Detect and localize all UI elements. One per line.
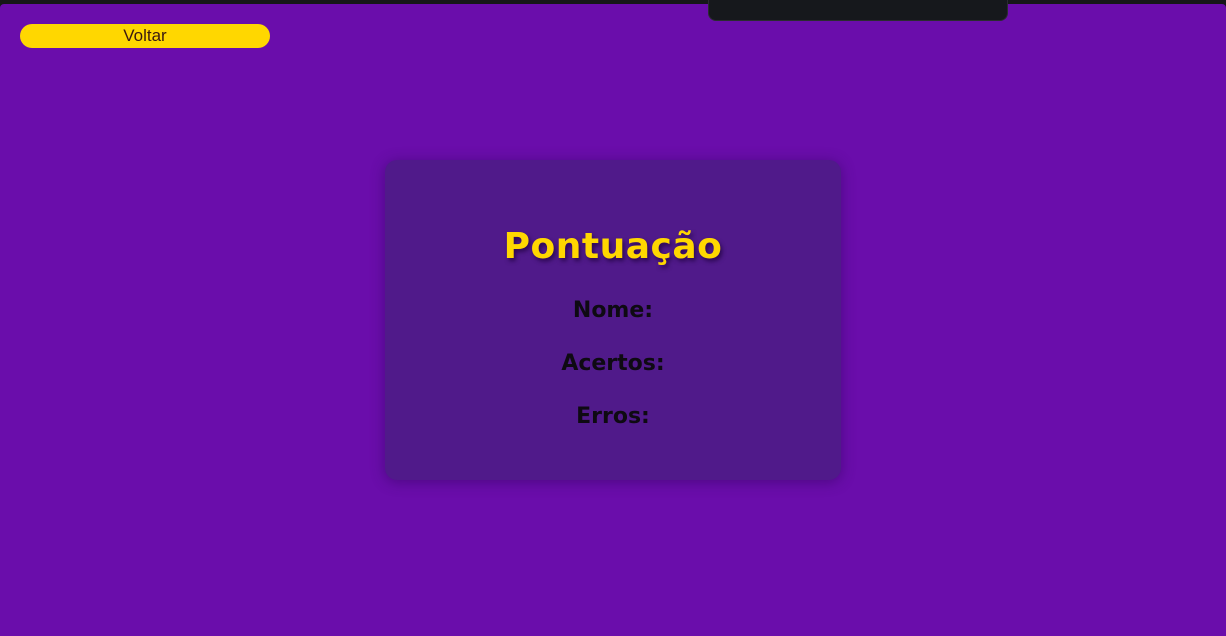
score-title: Pontuação	[503, 226, 723, 267]
back-button[interactable]: Voltar	[20, 24, 270, 48]
player-name-label: Nome:	[572, 298, 654, 323]
errors-label: Erros:	[576, 404, 650, 429]
hits-label: Acertos:	[561, 351, 665, 376]
page-background: Voltar Pontuação Nome: Acertos: Erros:	[0, 4, 1226, 636]
top-overlay-panel	[708, 0, 1008, 21]
score-card: Pontuação Nome: Acertos: Erros:	[385, 160, 841, 480]
